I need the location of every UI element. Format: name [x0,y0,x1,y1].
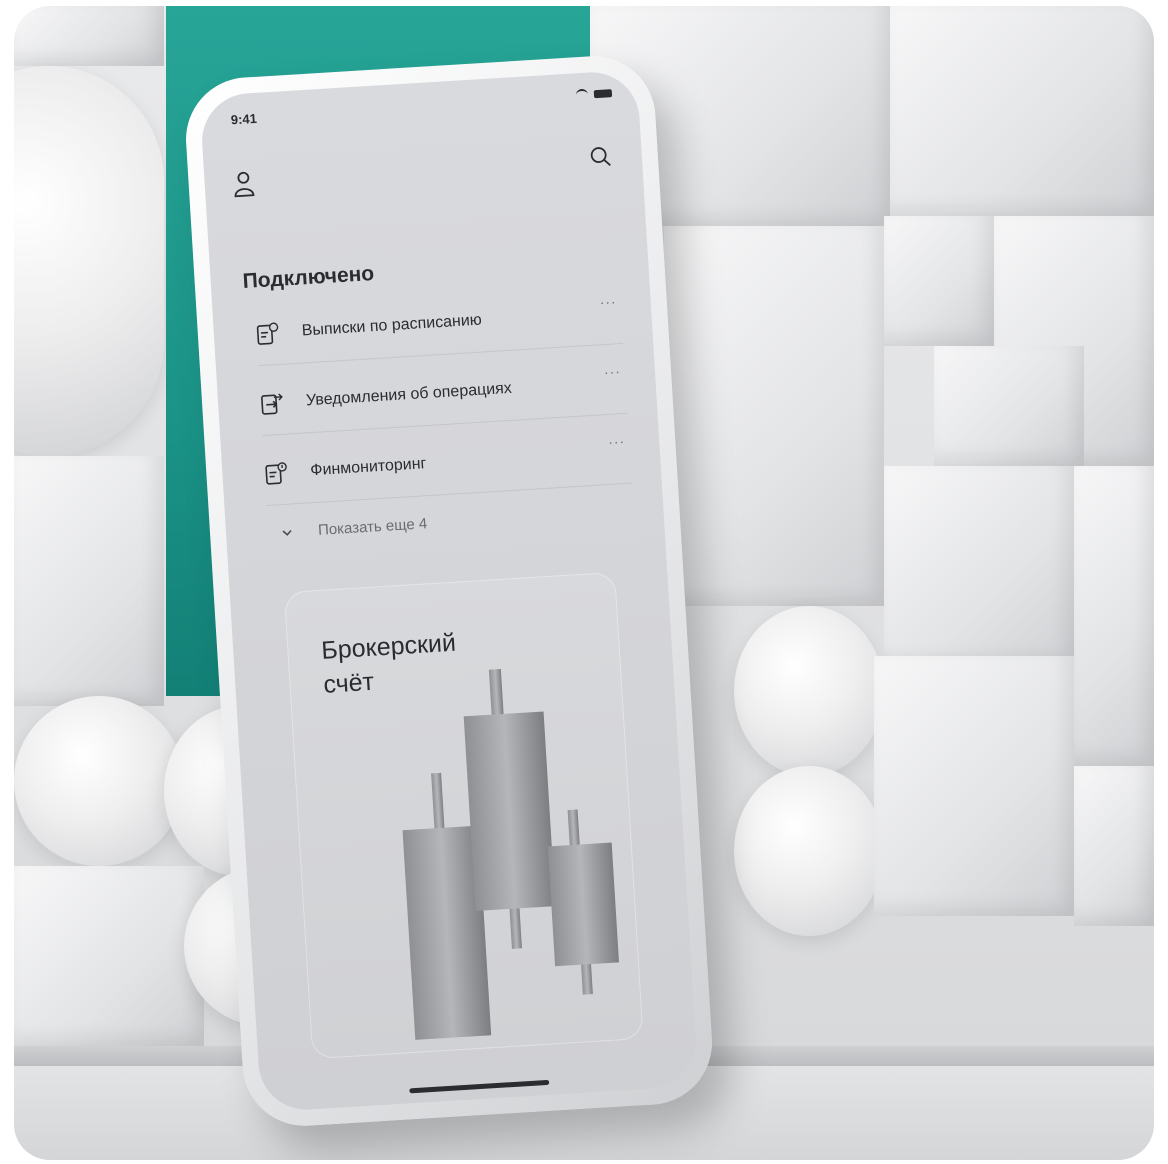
background-block [874,656,1074,916]
background-block [890,6,1154,216]
background-scene: 9:41 Подключено Выписки по расписанию ··… [14,6,1154,1160]
status-time: 9:41 [230,110,258,128]
profile-icon[interactable] [232,169,256,198]
phone-device: 9:41 Подключено Выписки по расписанию ··… [182,52,716,1130]
background-block [14,6,164,66]
candle-right [547,809,619,995]
phone-screen: 9:41 Подключено Выписки по расписанию ··… [199,69,699,1113]
connected-item-label: Выписки по расписанию [301,311,483,340]
show-more-label: Показать еще 4 [317,515,428,539]
status-indicators [575,87,613,102]
battery-icon [593,89,613,99]
more-options-icon[interactable]: ··· [599,293,617,310]
broker-account-card[interactable]: Брокерский счёт [283,571,644,1060]
search-icon[interactable] [589,145,612,168]
operation-notifications-icon [261,393,283,415]
finmonitoring-icon [265,462,287,485]
wifi-icon [575,88,589,102]
background-block [884,466,1074,666]
connected-item-finmonitoring[interactable]: Финмониторинг ··· [262,420,632,506]
candle-middle [463,668,556,949]
section-title-connected: Подключено [242,262,375,293]
background-block [1074,466,1154,766]
background-cylinder [14,696,184,866]
background-block [14,456,164,706]
connected-item-label: Уведомления об операциях [305,379,513,410]
background-block [14,866,204,1046]
more-options-icon[interactable]: ··· [608,433,626,450]
background-cylinder [734,766,884,936]
background-block [1074,766,1154,926]
background-block [664,226,884,606]
background-cylinder [14,66,164,456]
show-more-button[interactable]: Показать еще 4 [282,515,428,541]
background-block [934,346,1084,466]
chevron-down-icon [282,529,292,536]
background-cylinder [734,606,884,776]
background-block [884,216,994,346]
more-options-icon[interactable]: ··· [603,363,621,380]
home-indicator[interactable] [409,1079,550,1094]
broker-card-title: Брокерский счёт [320,626,459,702]
connected-item-label: Финмониторинг [309,455,427,480]
scheduled-statement-icon [256,322,279,345]
